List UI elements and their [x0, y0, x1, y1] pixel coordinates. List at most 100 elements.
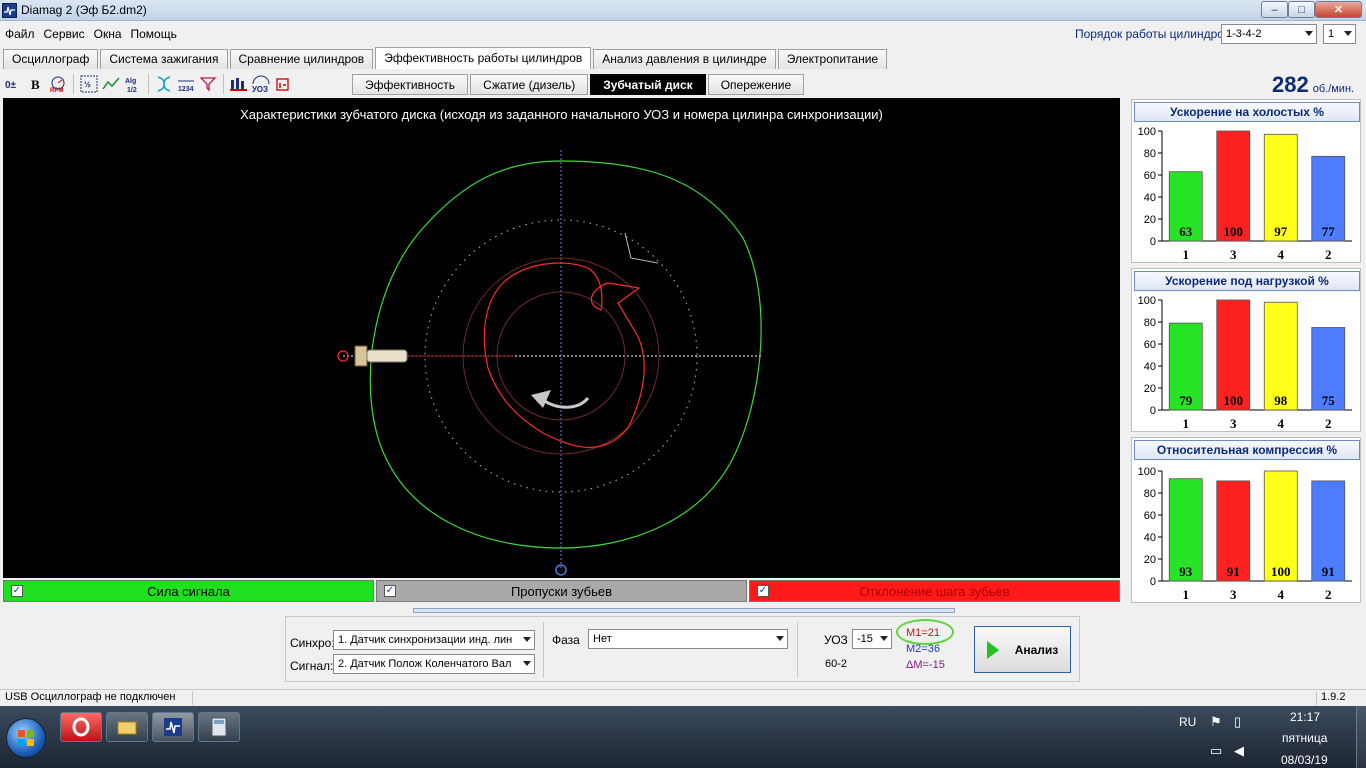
spinner-value: 1 — [1328, 28, 1335, 40]
uoz-spinner[interactable]: -15 — [852, 629, 892, 649]
sync-sensor-select[interactable]: 1. Датчик синхронизации инд. лин — [333, 630, 535, 650]
sync-label: Синхро: — [290, 636, 335, 650]
tab-cylinder-compare[interactable]: Сравнение цилиндров — [229, 49, 374, 69]
status-separator — [192, 691, 193, 705]
x-tick-label: 4 — [1278, 587, 1285, 602]
x-tick-label: 4 — [1278, 247, 1285, 262]
taskbar-diamag[interactable] — [152, 712, 194, 742]
tab-ignition[interactable]: Система зажигания — [100, 49, 228, 69]
battery-current-icon[interactable] — [272, 73, 294, 95]
checkbox-checked-icon[interactable]: ✓ — [11, 585, 23, 597]
main-tabs: Осциллограф Система зажигания Сравнение … — [3, 47, 889, 69]
x-tick-label: 1 — [1183, 416, 1190, 431]
minimize-button[interactable]: ‒ — [1261, 1, 1288, 18]
menu-help[interactable]: Помощь — [131, 27, 177, 41]
play-icon — [986, 640, 999, 659]
cylinder-order-icon[interactable]: 1234 — [175, 73, 197, 95]
delta-m-value: ΔM=-15 — [906, 659, 945, 671]
svg-text:0±: 0± — [5, 80, 17, 91]
language-indicator[interactable]: RU — [1179, 715, 1196, 729]
menu-file[interactable]: Файл — [5, 27, 35, 41]
legend-signal-strength[interactable]: ✓ Сила сигнала — [3, 580, 374, 602]
filter-icon[interactable] — [197, 73, 219, 95]
menu-service[interactable]: Сервис — [44, 27, 85, 41]
uoz-label: УОЗ — [824, 633, 848, 647]
tab-power-supply[interactable]: Электропитание — [777, 49, 888, 69]
spinner-arrow-icon — [1344, 31, 1352, 36]
y-tick-label: 40 — [1144, 532, 1156, 544]
bold-icon[interactable]: B — [25, 73, 47, 95]
legend-pitch-deviation[interactable]: ✓ Отклонение шага зубьев — [749, 580, 1120, 602]
y-tick-label: 40 — [1144, 361, 1156, 373]
clock-day: пятница — [1282, 731, 1328, 745]
ignition-advance-icon[interactable]: УОЗ — [250, 73, 272, 95]
rpm-unit: об./мин. — [1312, 83, 1355, 95]
phase-select[interactable]: Нет — [588, 629, 788, 649]
tab-efficiency[interactable]: Эффективность — [352, 74, 469, 95]
bar-value-label: 75 — [1322, 393, 1336, 408]
fraction-icon[interactable]: ½ — [78, 73, 100, 95]
device-icon[interactable]: ▯ — [1234, 714, 1241, 730]
volume-icon[interactable]: ◀ — [1234, 743, 1244, 759]
dna-icon[interactable] — [153, 73, 175, 95]
y-tick-label: 100 — [1138, 295, 1156, 307]
checkbox-checked-icon[interactable]: ✓ — [757, 585, 769, 597]
tab-cylinder-efficiency[interactable]: Эффективность работы цилиндров — [375, 47, 592, 69]
menu-windows[interactable]: Окна — [94, 27, 122, 41]
checkbox-checked-icon[interactable]: ✓ — [384, 585, 396, 597]
y-tick-label: 80 — [1144, 317, 1156, 329]
close-button[interactable]: ✕ — [1315, 1, 1362, 18]
tab-compression-diesel[interactable]: Сжатие (дизель) — [470, 74, 589, 95]
load-acceleration-chart: 0 20 40 60 80 100 79 1 100 3 98 4 75 2 — [1138, 295, 1352, 431]
start-button[interactable] — [6, 718, 46, 758]
tab-pressure-analysis[interactable]: Анализ давления в цилиндре — [593, 49, 776, 69]
tab-toothed-disk[interactable]: Зубчатый диск — [590, 74, 706, 95]
taskbar-calculator[interactable] — [198, 712, 240, 742]
y-tick-label: 60 — [1144, 510, 1156, 522]
x-tick-label: 3 — [1230, 416, 1237, 431]
taskbar-explorer[interactable] — [106, 712, 148, 742]
clock-date: 08/03/19 — [1281, 753, 1328, 767]
signal-sensor-select[interactable]: 2. Датчик Полож Коленчатого Вал — [333, 654, 535, 674]
chart-title: Ускорение под нагрузкой % — [1134, 271, 1360, 291]
legend-label: Отклонение шага зубьев — [859, 583, 1010, 599]
rpm-gauge-icon[interactable]: RPM — [47, 73, 69, 95]
zero-offset-icon[interactable]: 0± — [3, 73, 25, 95]
network-icon[interactable]: ▭ — [1210, 743, 1222, 759]
trend-line-icon[interactable] — [100, 73, 122, 95]
m1-value: M1=21 — [906, 627, 940, 639]
chevron-down-icon — [776, 636, 784, 641]
tab-advance[interactable]: Опережение — [707, 74, 805, 95]
bar-value-label: 100 — [1224, 224, 1244, 239]
flag-icon[interactable]: ⚑ — [1210, 714, 1222, 730]
taskbar-opera[interactable] — [60, 712, 102, 742]
firing-order-spinner[interactable]: 1 — [1323, 24, 1356, 44]
sub-tabs: Эффективность Сжатие (дизель) Зубчатый д… — [352, 74, 806, 96]
chart-panel-compression: Относительная компрессия % 0 20 40 60 80 100 9… — [1131, 437, 1361, 603]
splitter-handle[interactable] — [413, 608, 955, 613]
toolbar-separator — [73, 74, 74, 94]
y-tick-label: 80 — [1144, 488, 1156, 500]
sensor-tip — [366, 349, 408, 363]
analyze-button[interactable]: Анализ — [974, 626, 1071, 673]
bar-value-label: 63 — [1179, 224, 1193, 239]
toothed-disk-plot[interactable]: Характеристики зубчатого диска (исходя и… — [3, 98, 1120, 578]
y-tick-label: 60 — [1144, 339, 1156, 351]
firing-order-select[interactable]: 1-3-4-2 — [1221, 24, 1317, 44]
chevron-down-icon — [1305, 31, 1313, 36]
disk-graphic — [337, 150, 763, 576]
compression-chart: 0 20 40 60 80 100 93 1 91 3 100 4 91 2 — [1138, 466, 1352, 602]
y-tick-label: 0 — [1150, 405, 1156, 417]
phase-label: Фаза — [552, 633, 580, 647]
algorithm-icon[interactable]: Alg 1/2 — [122, 73, 144, 95]
maximize-button[interactable]: □ — [1288, 1, 1315, 18]
firing-order-label: Порядок работы цилиндров — [1075, 27, 1231, 41]
legend-missing-teeth[interactable]: ✓ Пропуски зубьев — [376, 580, 747, 602]
bar-value-label: 100 — [1271, 564, 1291, 579]
engine-bars-icon[interactable] — [228, 73, 250, 95]
tab-oscilloscope[interactable]: Осциллограф — [3, 49, 99, 69]
firing-order-value: 1-3-4-2 — [1226, 28, 1262, 40]
show-desktop-button[interactable] — [1356, 706, 1366, 768]
clock-time[interactable]: 21:17 — [1290, 710, 1320, 724]
y-tick-label: 100 — [1138, 466, 1156, 478]
